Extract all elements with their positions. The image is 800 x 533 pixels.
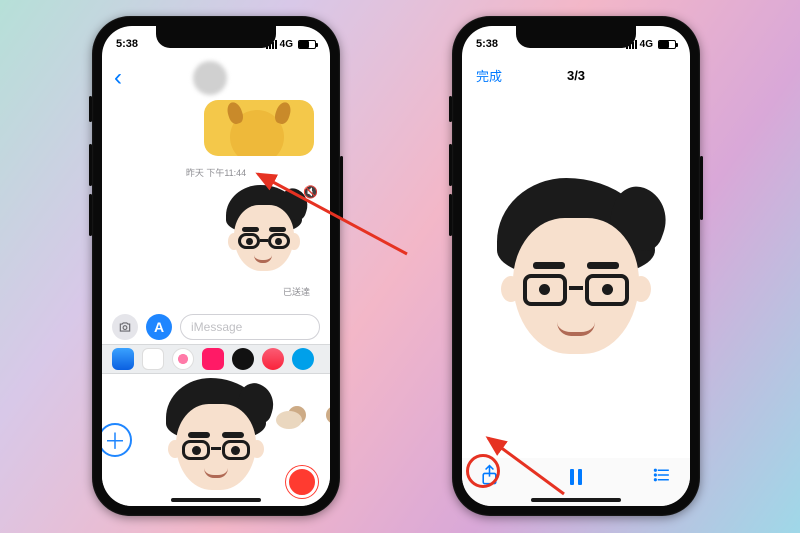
preview-navbar: 完成 3/3: [462, 56, 690, 94]
notch: [516, 26, 636, 48]
memoji-next-bear[interactable]: [286, 410, 330, 470]
memoji-playback-stage[interactable]: [462, 94, 690, 458]
screen-preview: 5:38 4G 完成 3/3: [462, 26, 690, 506]
app-animoji-icon[interactable]: [232, 348, 254, 370]
network-label: 4G: [640, 39, 653, 50]
chat-scroll[interactable]: 昨天 下午11:44 🔇 已送達: [102, 100, 330, 316]
battery-icon: [298, 40, 316, 49]
message-timestamp: 昨天 下午11:44: [186, 166, 246, 179]
iphone-frame-right: 5:38 4G 完成 3/3: [452, 16, 700, 516]
app-drawer-button[interactable]: A: [146, 314, 172, 340]
message-input-row: A iMessage: [102, 310, 330, 344]
app-store-icon[interactable]: [112, 348, 134, 370]
imessage-app-strip[interactable]: [102, 344, 330, 374]
message-input[interactable]: iMessage: [180, 314, 320, 340]
message-animoji-dog[interactable]: [204, 100, 314, 156]
network-label: 4G: [280, 39, 293, 50]
message-memoji[interactable]: 🔇: [208, 183, 320, 283]
done-button[interactable]: 完成: [476, 66, 502, 85]
add-memoji-button[interactable]: ＋: [102, 423, 132, 457]
pause-button[interactable]: [570, 469, 582, 485]
status-time: 5:38: [116, 38, 138, 50]
app-photos-icon[interactable]: [142, 348, 164, 370]
home-indicator[interactable]: [531, 498, 621, 502]
screen-messages: 5:38 4G ‹ 昨天 下午11:44 🔇: [102, 26, 330, 506]
list-button[interactable]: [653, 464, 672, 491]
message-placeholder: iMessage: [191, 320, 242, 334]
back-button[interactable]: ‹: [114, 66, 122, 90]
memoji-preview[interactable]: [162, 382, 270, 498]
app-heart-icon[interactable]: [202, 348, 224, 370]
home-indicator[interactable]: [171, 498, 261, 502]
delivered-label: 已送達: [283, 285, 310, 298]
contact-avatar[interactable]: [193, 61, 227, 95]
memoji-panel[interactable]: ＋: [102, 374, 330, 506]
app-sticker-icon[interactable]: [172, 348, 194, 370]
memoji-large: [491, 184, 661, 368]
page-counter: 3/3: [567, 68, 585, 83]
battery-icon: [658, 40, 676, 49]
notch: [156, 26, 276, 48]
camera-button[interactable]: [112, 314, 138, 340]
chat-navbar: ‹: [102, 56, 330, 100]
iphone-frame-left: 5:38 4G ‹ 昨天 下午11:44 🔇: [92, 16, 340, 516]
app-music-icon[interactable]: [262, 348, 284, 370]
record-button[interactable]: [286, 466, 318, 498]
app-alipay-icon[interactable]: [292, 348, 314, 370]
share-button[interactable]: [480, 464, 499, 491]
status-time: 5:38: [476, 38, 498, 50]
